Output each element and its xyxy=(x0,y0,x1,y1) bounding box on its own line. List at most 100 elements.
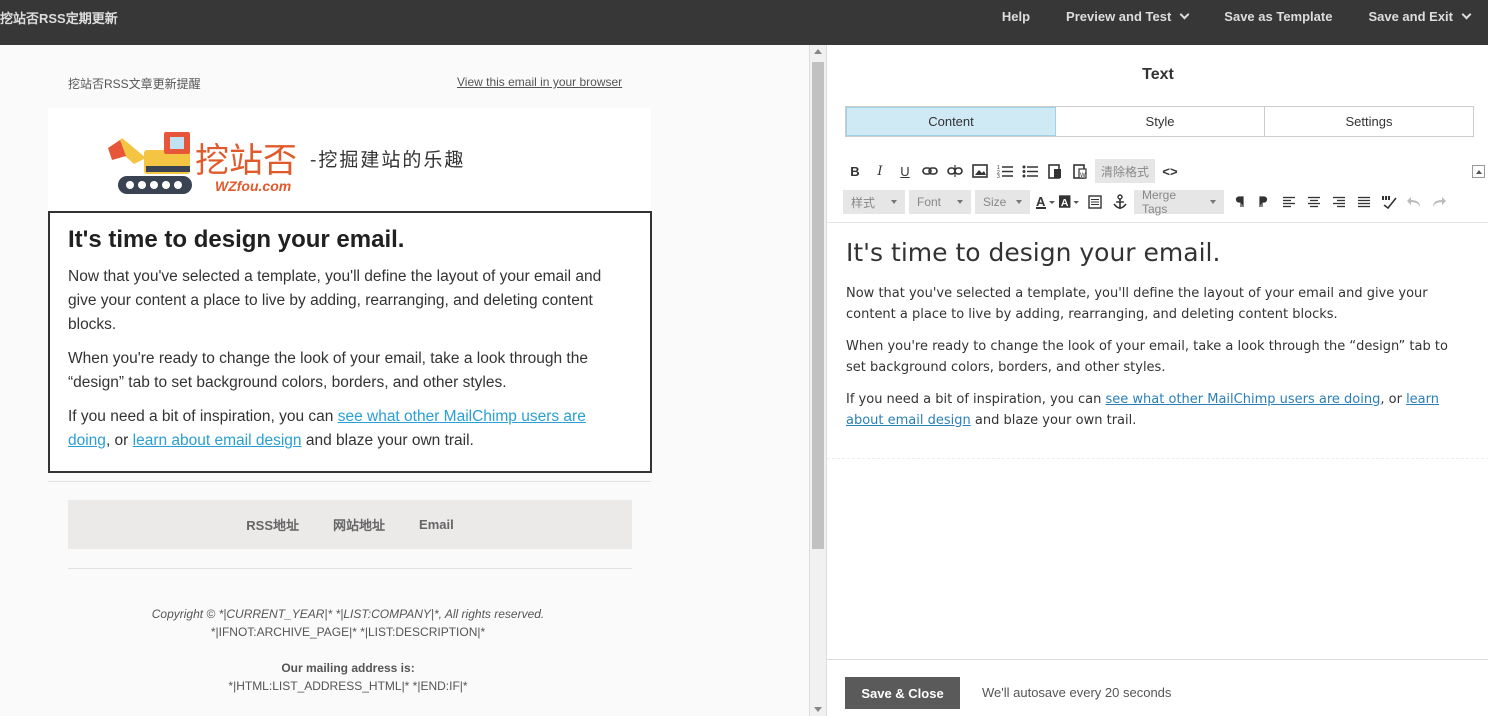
preview-and-test-menu[interactable]: Preview and Test xyxy=(1066,8,1190,24)
dropdown-arrow-icon xyxy=(1016,200,1022,204)
top-nav: Help Preview and Test Save as Template S… xyxy=(1002,0,1488,32)
email-heading: It's time to design your email. xyxy=(68,226,405,253)
p3-mid: , or xyxy=(105,432,133,449)
dropdown-arrow-icon xyxy=(957,200,963,204)
panel-title: Text xyxy=(1142,66,1174,83)
rich-text-editor[interactable]: It's time to design your email. Now that… xyxy=(846,238,1471,443)
font-dropdown[interactable]: Font xyxy=(909,190,971,214)
tab-style[interactable]: Style xyxy=(1056,107,1265,136)
paste-icon[interactable] xyxy=(1045,161,1065,181)
footer-archive: *|IFNOT:ARCHIVE_PAGE|* *|LIST:DESCRIPTIO… xyxy=(210,625,486,639)
background-color-icon[interactable]: A xyxy=(1059,191,1080,213)
unlink-icon[interactable] xyxy=(945,161,965,181)
preview-scrollbar[interactable] xyxy=(809,45,826,716)
align-center-icon[interactable] xyxy=(1303,191,1324,213)
editor-p3-mid: , or xyxy=(1380,392,1407,407)
anchor-icon[interactable] xyxy=(1109,191,1130,213)
size-label: Size xyxy=(983,195,1007,209)
save-template-label: Save as Template xyxy=(1224,8,1333,24)
logo-en-text: WZfou.com xyxy=(215,178,292,194)
spellcheck-icon[interactable] xyxy=(1378,191,1399,213)
panel-tabs: Content Style Settings xyxy=(845,106,1474,137)
justify-block-icon[interactable] xyxy=(1084,191,1105,213)
link-icon[interactable] xyxy=(920,161,940,181)
scroll-thumb[interactable] xyxy=(812,62,824,549)
redo-icon[interactable] xyxy=(1428,191,1449,213)
divider xyxy=(48,481,651,482)
email-paragraph-1: Now that you've selected a template, you… xyxy=(68,268,602,333)
save-exit-label: Save and Exit xyxy=(1368,8,1453,24)
help-link[interactable]: Help xyxy=(1002,9,1030,24)
text-editor-panel: Text Content Style Settings B I U 123 W … xyxy=(826,45,1488,716)
panel-footer: Save & Close We'll autosave every 20 sec… xyxy=(827,659,1488,716)
editor-toolbar-row-2: 样式 Font Size A A Merge Tags xyxy=(843,188,1449,216)
email-design-link[interactable]: learn about email design xyxy=(133,432,302,449)
social-follow-block[interactable]: RSS地址 网站地址 Email xyxy=(68,500,632,549)
scroll-up-icon[interactable] xyxy=(814,49,822,54)
ltr-direction-icon[interactable] xyxy=(1228,191,1249,213)
rtl-direction-icon[interactable] xyxy=(1253,191,1274,213)
align-left-icon[interactable] xyxy=(1278,191,1299,213)
numbered-list-icon[interactable]: 123 xyxy=(995,161,1015,181)
preview-label: Preview and Test xyxy=(1066,8,1172,24)
email-paragraph-3: If you need a bit of inspiration, you ca… xyxy=(68,405,632,453)
toolbar-divider xyxy=(827,222,1488,223)
p3-pre: If you need a bit of inspiration, you ca… xyxy=(68,408,338,425)
image-icon[interactable] xyxy=(970,161,990,181)
logo-slogan: -挖掘建站的乐趣 xyxy=(310,149,466,171)
editor-paragraph-1[interactable]: Now that you've selected a template, you… xyxy=(846,284,1471,325)
svg-text:A: A xyxy=(1061,197,1069,209)
save-and-close-button[interactable]: Save & Close xyxy=(845,677,960,709)
campaign-title: 挖站否RSS定期更新 xyxy=(0,11,118,26)
scroll-down-icon[interactable] xyxy=(814,707,822,712)
svg-text:3: 3 xyxy=(997,174,1000,178)
chevron-down-icon xyxy=(1461,9,1472,19)
align-justify-icon[interactable] xyxy=(1353,191,1374,213)
preheader-text: 挖站否RSS文章更新提醒 xyxy=(68,77,201,91)
rss-link[interactable]: RSS地址 xyxy=(246,515,299,534)
footer-address: *|HTML:LIST_ADDRESS_HTML|* *|END:IF|* xyxy=(228,679,468,693)
dropdown-arrow-icon xyxy=(1210,200,1216,204)
top-bar: 挖站否RSS定期更新 Help Preview and Test Save as… xyxy=(0,0,1488,45)
logo-block[interactable]: 挖站否 -挖掘建站的乐趣 WZfou.com xyxy=(48,108,651,212)
editor-heading[interactable]: It's time to design your email. xyxy=(846,238,1471,268)
paste-from-word-icon[interactable]: W xyxy=(1070,161,1090,181)
svg-text:A: A xyxy=(1036,194,1046,209)
email-link[interactable]: Email xyxy=(419,517,454,532)
editor-p3-post: and blaze your own trail. xyxy=(970,412,1137,428)
collapse-toolbar-icon[interactable] xyxy=(1472,165,1485,178)
logo-cn-text: 挖站否 xyxy=(195,141,297,181)
editor-p3-pre: If you need a bit of inspiration, you ca… xyxy=(846,392,1106,407)
view-in-browser-link[interactable]: View this email in your browser xyxy=(457,75,622,89)
underline-button[interactable]: U xyxy=(895,161,915,181)
styles-label: 样式 xyxy=(851,195,876,210)
editor-paragraph-3[interactable]: If you need a bit of inspiration, you ca… xyxy=(846,390,1471,431)
styles-dropdown[interactable]: 样式 xyxy=(843,190,905,214)
selected-text-block[interactable]: It's time to design your email. Now that… xyxy=(48,211,652,473)
tab-content[interactable]: Content xyxy=(846,107,1056,136)
help-label: Help xyxy=(1001,8,1031,24)
divider xyxy=(68,568,632,569)
align-right-icon[interactable] xyxy=(1328,191,1349,213)
editor-bottom-border xyxy=(827,458,1488,459)
email-preview: 挖站否RSS文章更新提醒 View this email in your bro… xyxy=(0,45,809,716)
email-footer[interactable]: Copyright © *|CURRENT_YEAR|* *|LIST:COMP… xyxy=(68,605,628,695)
text-color-icon[interactable]: A xyxy=(1034,191,1055,213)
editor-toolbar-row-1: B I U 123 W 清除格式 <> xyxy=(845,158,1180,184)
bulleted-list-icon[interactable] xyxy=(1020,161,1040,181)
clear-formatting-button[interactable]: 清除格式 xyxy=(1095,159,1156,183)
bold-button[interactable]: B xyxy=(845,161,865,181)
save-and-exit-menu[interactable]: Save and Exit xyxy=(1368,8,1472,24)
dropdown-arrow-icon xyxy=(891,200,897,204)
save-as-template-button[interactable]: Save as Template xyxy=(1224,9,1332,24)
editor-inspiration-link[interactable]: see what other MailChimp users are doing xyxy=(1106,392,1381,407)
italic-button[interactable]: I xyxy=(870,161,890,181)
font-label: Font xyxy=(917,195,942,209)
website-link[interactable]: 网站地址 xyxy=(333,515,385,534)
source-code-button[interactable]: <> xyxy=(1160,161,1180,181)
merge-tags-dropdown[interactable]: Merge Tags xyxy=(1134,188,1224,216)
size-dropdown[interactable]: Size xyxy=(975,190,1030,214)
undo-icon[interactable] xyxy=(1403,191,1424,213)
editor-paragraph-2[interactable]: When you're ready to change the look of … xyxy=(846,337,1471,378)
tab-settings[interactable]: Settings xyxy=(1265,107,1473,136)
